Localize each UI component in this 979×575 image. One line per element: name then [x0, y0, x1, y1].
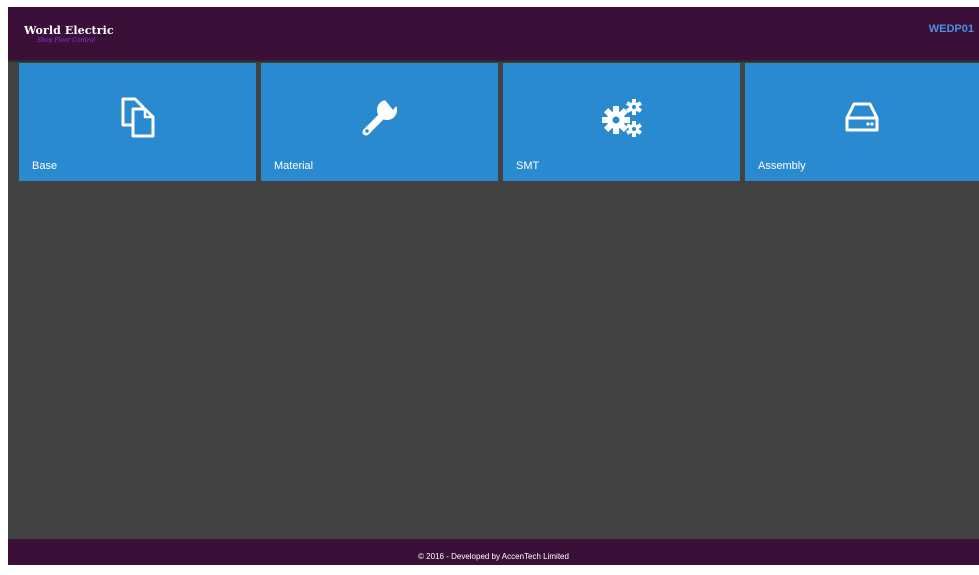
copy-documents-icon [113, 92, 163, 142]
tile-label-material: Material [274, 160, 314, 172]
footer-copyright: © 2016 - Developed by AccenTech Limited [8, 539, 979, 565]
tile-material[interactable]: Material [261, 63, 498, 181]
tile-smt[interactable]: SMT [503, 63, 740, 181]
gears-icon [597, 92, 647, 142]
tile-base[interactable]: Base [19, 63, 256, 181]
tile-label-smt: SMT [516, 160, 540, 172]
module-tiles: Base Material SMT Assembly [19, 63, 979, 181]
brand-logo[interactable]: World Electric Shop Floor Control [24, 24, 114, 45]
tile-label-base: Base [32, 160, 58, 172]
top-header: World Electric Shop Floor Control WEDP01 [8, 7, 979, 62]
tile-assembly[interactable]: Assembly [745, 63, 979, 181]
hard-drive-icon [837, 92, 887, 142]
brand-subtitle: Shop Floor Control [37, 37, 96, 44]
wrench-icon [355, 92, 405, 142]
station-code[interactable]: WEDP01 [929, 23, 974, 35]
brand-name: World Electric [24, 24, 114, 37]
app-window: World Electric Shop Floor Control WEDP01… [8, 7, 979, 565]
tile-label-assembly: Assembly [758, 160, 806, 172]
